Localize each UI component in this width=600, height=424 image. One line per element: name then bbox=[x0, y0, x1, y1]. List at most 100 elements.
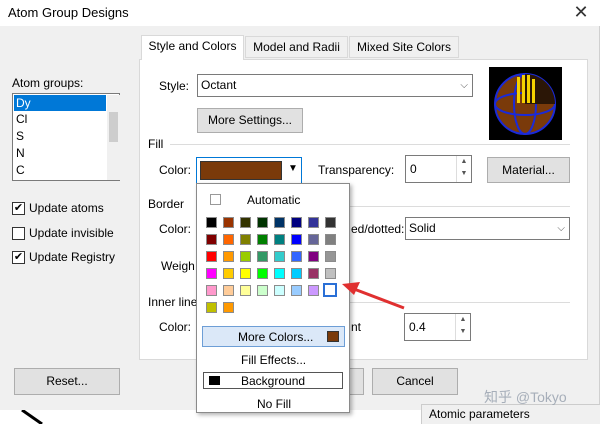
inner-line-height-value: 0.4 bbox=[409, 320, 426, 334]
color-swatch[interactable] bbox=[257, 217, 268, 228]
tab-mixed-site-colors[interactable]: Mixed Site Colors bbox=[349, 36, 459, 58]
atom-groups-list[interactable]: Dy Cl S N C bbox=[12, 93, 120, 181]
dashed-dotted-label: ed/dotted: bbox=[351, 222, 405, 236]
color-swatch[interactable] bbox=[223, 302, 234, 313]
color-swatch[interactable] bbox=[274, 285, 285, 296]
background-swatch bbox=[209, 376, 220, 385]
close-icon[interactable]: ✕ bbox=[566, 1, 596, 25]
color-swatch[interactable] bbox=[240, 285, 251, 296]
transparency-field[interactable]: 0 ▲ ▼ bbox=[405, 155, 472, 183]
watermark: 知乎 @Tokyo bbox=[484, 389, 567, 405]
red-arrow-icon bbox=[342, 282, 405, 310]
list-item[interactable]: C bbox=[14, 162, 106, 178]
inner-line-height-label: nt bbox=[351, 320, 362, 334]
color-swatch[interactable] bbox=[240, 217, 251, 228]
color-swatch[interactable] bbox=[325, 234, 336, 245]
color-swatch[interactable] bbox=[223, 268, 234, 279]
tab-style-and-colors[interactable]: Style and Colors bbox=[141, 35, 244, 60]
color-swatch[interactable] bbox=[206, 302, 217, 313]
color-swatch[interactable] bbox=[240, 251, 251, 262]
update-invisible-label: Update invisible bbox=[29, 226, 114, 240]
color-swatch[interactable] bbox=[325, 251, 336, 262]
list-item[interactable]: Cl bbox=[14, 111, 106, 127]
inner-line-section-label: Inner line bbox=[148, 295, 198, 309]
dashed-dotted-select[interactable]: Solid ⌵ bbox=[405, 217, 570, 240]
border-color-label: Color: bbox=[159, 222, 192, 236]
color-swatch[interactable] bbox=[206, 268, 217, 279]
color-swatch[interactable] bbox=[274, 217, 285, 228]
color-swatch[interactable] bbox=[325, 268, 336, 279]
color-swatch[interactable] bbox=[257, 251, 268, 262]
more-colors-button[interactable]: More Colors... bbox=[202, 326, 345, 347]
color-swatch[interactable] bbox=[206, 234, 217, 245]
color-swatch[interactable] bbox=[308, 217, 319, 228]
color-swatch[interactable] bbox=[323, 283, 337, 297]
color-swatch[interactable] bbox=[223, 285, 234, 296]
color-swatch[interactable] bbox=[308, 285, 319, 296]
border-divider bbox=[350, 206, 570, 207]
background-label: Background bbox=[241, 374, 306, 388]
color-swatch[interactable] bbox=[308, 268, 319, 279]
fill-color-picker[interactable]: ▼ bbox=[196, 157, 302, 184]
background-option[interactable]: Background bbox=[203, 372, 343, 389]
update-invisible-checkbox[interactable] bbox=[12, 227, 25, 240]
border-section-label: Border bbox=[148, 197, 185, 211]
spinner-arrows-icon[interactable]: ▲ ▼ bbox=[456, 156, 471, 182]
fill-color-swatch bbox=[200, 161, 282, 180]
color-swatch[interactable] bbox=[325, 217, 336, 228]
transparency-value: 0 bbox=[410, 162, 417, 176]
color-swatch[interactable] bbox=[291, 234, 302, 245]
chevron-down-icon: ⌵ bbox=[460, 80, 468, 91]
no-fill-option[interactable]: No Fill bbox=[257, 397, 291, 411]
list-item[interactable]: Dy bbox=[14, 95, 106, 111]
color-swatch[interactable] bbox=[308, 251, 319, 262]
list-scrollbar-thumb[interactable] bbox=[109, 112, 118, 142]
color-swatch[interactable] bbox=[291, 268, 302, 279]
update-registry-label: Update Registry bbox=[29, 250, 116, 264]
color-swatch[interactable] bbox=[223, 234, 234, 245]
style-select[interactable]: Octant ⌵ bbox=[197, 74, 473, 97]
color-swatch[interactable] bbox=[206, 217, 217, 228]
color-swatch[interactable] bbox=[291, 217, 302, 228]
color-swatch[interactable] bbox=[257, 285, 268, 296]
tab-model-and-radii[interactable]: Model and Radii bbox=[245, 36, 348, 58]
style-label: Style: bbox=[159, 79, 190, 93]
color-swatch[interactable] bbox=[206, 285, 217, 296]
material-button[interactable]: Material... bbox=[487, 157, 570, 183]
border-weight-label: Weigh bbox=[161, 259, 195, 273]
color-swatch[interactable] bbox=[257, 234, 268, 245]
atomic-parameters-panel[interactable]: Atomic parameters bbox=[421, 404, 600, 424]
window-title: Atom Group Designs bbox=[8, 5, 129, 20]
color-swatch[interactable] bbox=[291, 285, 302, 296]
transparency-label: Transparency: bbox=[318, 163, 395, 177]
chevron-down-icon: ⌵ bbox=[557, 223, 565, 234]
list-item[interactable]: N bbox=[14, 145, 106, 161]
update-atoms-checkbox[interactable]: ✔ bbox=[12, 202, 25, 215]
color-swatch[interactable] bbox=[308, 234, 319, 245]
color-swatch[interactable] bbox=[257, 268, 268, 279]
color-picker-popup: Automatic More Colors... Fill Effects...… bbox=[196, 183, 350, 413]
color-swatch[interactable] bbox=[274, 268, 285, 279]
automatic-option[interactable]: Automatic bbox=[247, 193, 300, 207]
fill-effects-option[interactable]: Fill Effects... bbox=[241, 353, 306, 367]
more-settings-button[interactable]: More Settings... bbox=[197, 108, 303, 133]
atom-groups-label: Atom groups: bbox=[12, 76, 84, 90]
update-registry-checkbox[interactable]: ✔ bbox=[12, 251, 25, 264]
color-swatch[interactable] bbox=[240, 268, 251, 279]
reset-button[interactable]: Reset... bbox=[14, 368, 120, 395]
color-swatch[interactable] bbox=[291, 251, 302, 262]
color-swatch[interactable] bbox=[223, 217, 234, 228]
color-swatch[interactable] bbox=[274, 251, 285, 262]
diagonal-line-icon bbox=[21, 410, 43, 424]
chevron-down-icon: ▼ bbox=[288, 163, 298, 174]
color-swatch[interactable] bbox=[274, 234, 285, 245]
color-swatch[interactable] bbox=[223, 251, 234, 262]
automatic-swatch[interactable] bbox=[210, 194, 221, 205]
color-swatch[interactable] bbox=[206, 251, 217, 262]
fill-section-label: Fill bbox=[148, 137, 164, 151]
list-item[interactable]: S bbox=[14, 128, 106, 144]
color-swatch[interactable] bbox=[240, 234, 251, 245]
inner-line-height-field[interactable]: 0.4 ▲ ▼ bbox=[404, 313, 471, 341]
spinner-arrows-icon[interactable]: ▲ ▼ bbox=[455, 314, 470, 340]
cancel-button[interactable]: Cancel bbox=[372, 368, 458, 395]
